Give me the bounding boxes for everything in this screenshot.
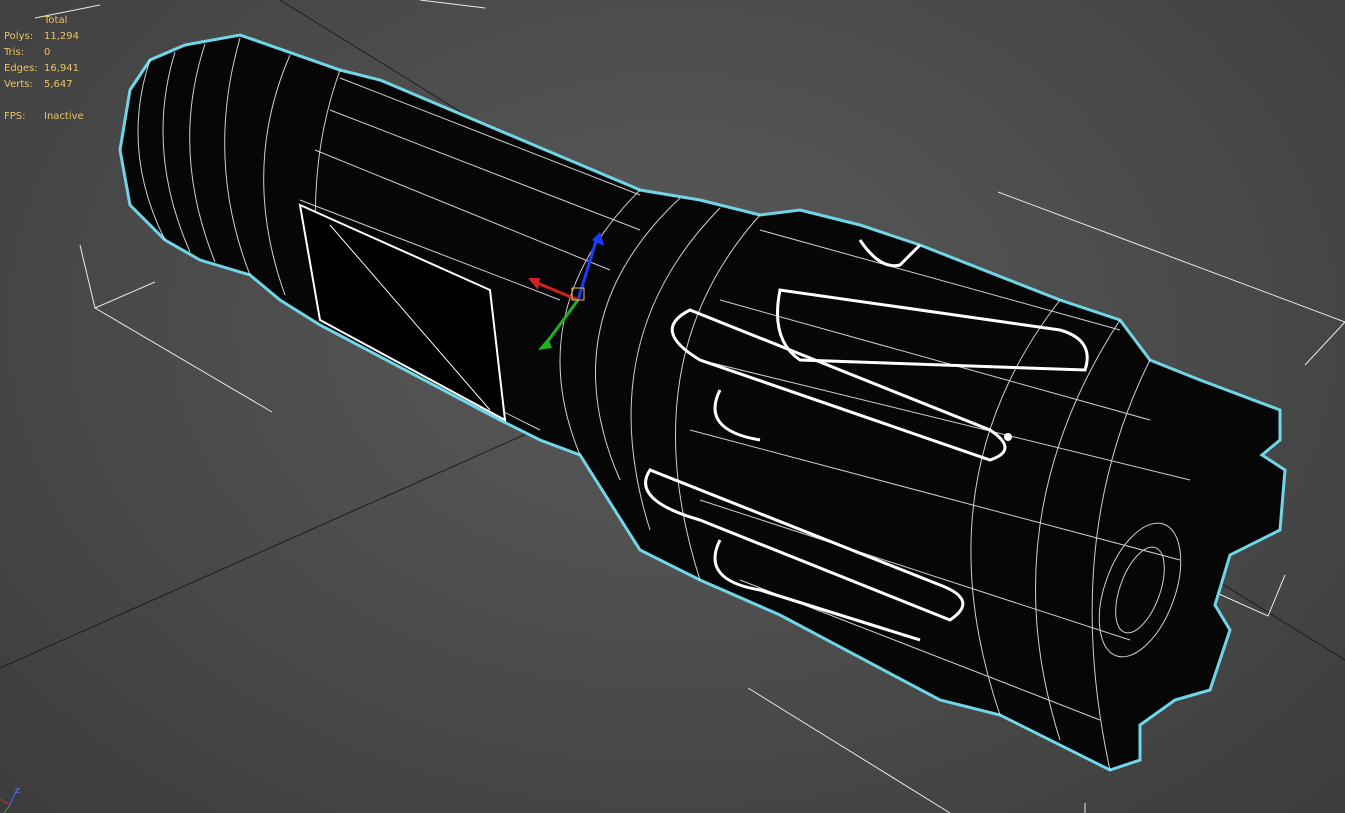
- flashlight-mesh[interactable]: [118, 33, 1287, 772]
- mesh-body[interactable]: [118, 33, 1287, 772]
- stats-label: Verts:: [4, 79, 33, 90]
- viewport-statistics-overlay: Total Polys: 11,294 Tris: 0 Edges: 16,94…: [4, 13, 104, 125]
- stats-label: FPS:: [4, 111, 26, 122]
- stats-value: 5,647: [44, 79, 73, 90]
- stats-row-fps: FPS: Inactive: [4, 109, 104, 125]
- stats-label: Polys:: [4, 31, 34, 42]
- stats-value: 0: [44, 47, 51, 58]
- stats-row-edges: Edges: 16,941: [4, 61, 104, 77]
- 3d-viewport[interactable]: [0, 0, 1345, 813]
- stats-label: Edges:: [4, 63, 38, 74]
- highlight-spot: [1004, 433, 1012, 441]
- stats-row-polys: Polys: 11,294: [4, 29, 104, 45]
- stats-spacer: [4, 93, 104, 109]
- stats-value: 16,941: [44, 63, 79, 74]
- stats-value: Inactive: [44, 111, 84, 122]
- stats-label: Tris:: [4, 47, 25, 58]
- axis-z-label: z: [15, 786, 20, 796]
- stats-row-verts: Verts: 5,647: [4, 77, 104, 93]
- world-axis-tripod-icon: z: [0, 786, 20, 813]
- stats-value: 11,294: [44, 31, 79, 42]
- stats-row-tris: Tris: 0: [4, 45, 104, 61]
- stats-header: Total: [44, 15, 68, 26]
